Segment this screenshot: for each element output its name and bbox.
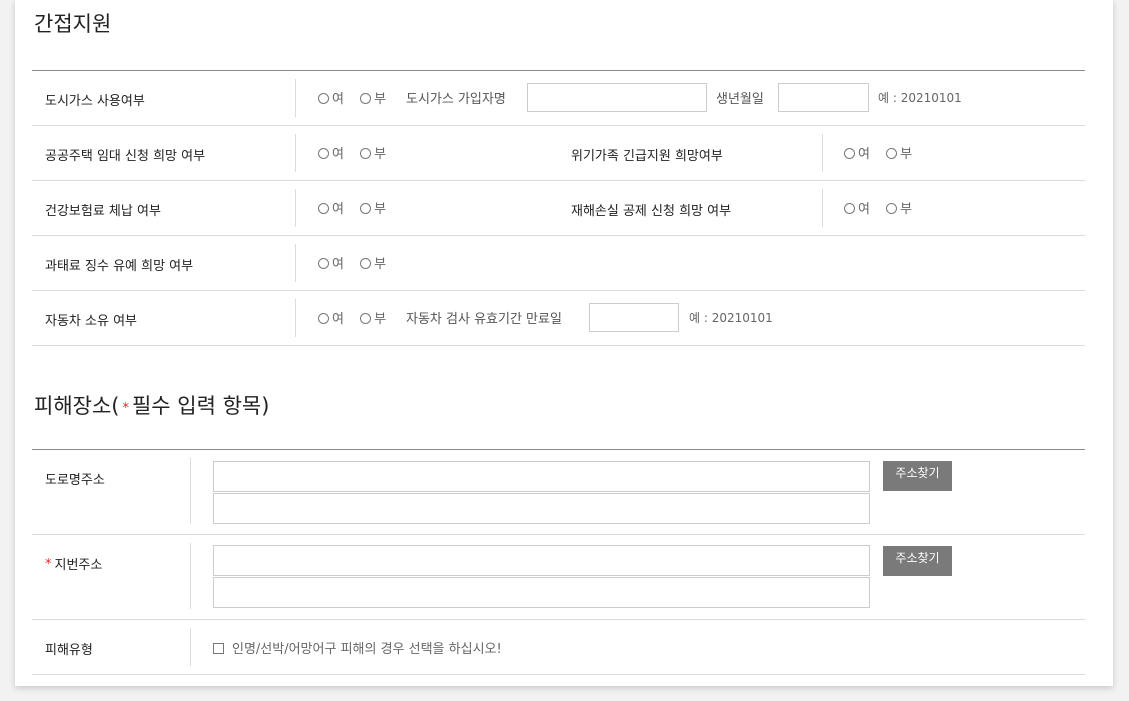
public-housing-yes-radio[interactable]: 여 (318, 147, 344, 162)
city-gas-subscriber-label: 도시가스 가입자명 (406, 92, 506, 107)
row-damage-type: 피해유형 인명/선박/어망어구 피해의 경우 선택을 하십시오! (32, 620, 1085, 675)
car-inspection-input[interactable] (589, 303, 679, 332)
form-panel: 간접지원 도시가스 사용여부 여 부 도시가스 가입자명 생년월일 예 : 20… (15, 0, 1113, 686)
jibun-address-input-2[interactable] (213, 577, 870, 608)
row-public-housing: 공공주택 임대 신청 희망 여부 여 부 위기가족 긴급지원 희망여부 여 부 (32, 126, 1085, 181)
required-mark: * (45, 557, 52, 572)
divider (295, 189, 296, 227)
find-jibun-address-button[interactable]: 주소찾기 (883, 546, 952, 576)
radio-icon (360, 93, 372, 104)
health-insurance-no-radio[interactable]: 부 (360, 202, 386, 217)
birthdate-input[interactable] (778, 83, 869, 112)
divider (822, 189, 823, 227)
radio-icon (360, 313, 372, 324)
fine-deferral-yes-radio[interactable]: 여 (318, 257, 344, 272)
indirect-support-table: 도시가스 사용여부 여 부 도시가스 가입자명 생년월일 예 : 2021010… (32, 70, 1085, 346)
row-fine-deferral: 과태료 징수 유예 희망 여부 여 부 (32, 236, 1085, 291)
jibun-address-input-1[interactable] (213, 545, 870, 576)
road-address-input-1[interactable] (213, 461, 870, 492)
row-jibun-address: * 지번주소 주소찾기 (32, 535, 1085, 620)
fine-deferral-no-radio[interactable]: 부 (360, 257, 386, 272)
radio-icon (886, 203, 898, 214)
radio-icon (318, 313, 329, 324)
health-insurance-options: 여 부 (318, 198, 398, 217)
radio-icon (360, 148, 372, 159)
city-gas-yes-radio[interactable]: 여 (318, 92, 344, 107)
disaster-deduction-no-radio[interactable]: 부 (886, 202, 912, 217)
radio-icon (318, 203, 329, 214)
crisis-family-yes-radio[interactable]: 여 (844, 147, 870, 162)
birthdate-hint: 예 : 20210101 (878, 91, 962, 105)
divider (822, 134, 823, 172)
jibun-address-label: * 지번주소 (45, 557, 103, 573)
damage-type-option[interactable]: 인명/선박/어망어구 피해의 경우 선택을 하십시오! (213, 638, 502, 657)
divider (295, 79, 296, 117)
radio-icon (886, 148, 898, 159)
divider (190, 543, 191, 609)
car-ownership-yes-radio[interactable]: 여 (318, 312, 344, 327)
car-ownership-label: 자동차 소유 여부 (45, 314, 137, 329)
city-gas-subscriber-input[interactable] (527, 83, 707, 112)
disaster-deduction-label: 재해손실 공제 신청 희망 여부 (571, 204, 732, 219)
city-gas-label: 도시가스 사용여부 (45, 94, 145, 109)
divider (190, 628, 191, 666)
health-insurance-label: 건강보험료 체납 여부 (45, 204, 161, 219)
required-mark: * (122, 401, 129, 416)
divider (295, 244, 296, 282)
radio-icon (318, 93, 329, 104)
section-title-indirect-support: 간접지원 (34, 12, 112, 36)
fine-deferral-options: 여 부 (318, 253, 398, 272)
section-title-damage-location: 피해장소(* 필수 입력 항목) (34, 394, 270, 418)
radio-icon (318, 148, 329, 159)
city-gas-no-radio[interactable]: 부 (360, 92, 386, 107)
divider (190, 458, 191, 524)
public-housing-label: 공공주택 임대 신청 희망 여부 (45, 149, 206, 164)
disaster-deduction-yes-radio[interactable]: 여 (844, 202, 870, 217)
road-address-input-2[interactable] (213, 493, 870, 524)
damage-type-label: 피해유형 (45, 643, 93, 658)
radio-icon (844, 203, 855, 214)
find-road-address-button[interactable]: 주소찾기 (883, 461, 952, 491)
row-city-gas: 도시가스 사용여부 여 부 도시가스 가입자명 생년월일 예 : 2021010… (32, 71, 1085, 126)
radio-icon (360, 258, 372, 269)
divider (295, 299, 296, 337)
public-housing-no-radio[interactable]: 부 (360, 147, 386, 162)
divider (295, 134, 296, 172)
row-road-address: 도로명주소 주소찾기 (32, 450, 1085, 535)
damage-location-table: 도로명주소 주소찾기 * 지번주소 주소찾기 피해유형 인명/선박/어망어구 피해… (32, 449, 1085, 675)
checkbox-icon (213, 643, 224, 654)
fine-deferral-label: 과태료 징수 유예 희망 여부 (45, 259, 194, 274)
crisis-family-options: 여 부 (844, 143, 924, 162)
row-car-ownership: 자동차 소유 여부 여 부 자동차 검사 유효기간 만료일 예 : 202101… (32, 291, 1085, 346)
car-inspection-label: 자동차 검사 유효기간 만료일 (406, 312, 562, 327)
radio-icon (360, 203, 372, 214)
public-housing-options: 여 부 (318, 143, 398, 162)
birthdate-label: 생년월일 (716, 92, 764, 107)
crisis-family-label: 위기가족 긴급지원 희망여부 (571, 149, 723, 164)
city-gas-options: 여 부 (318, 88, 398, 107)
car-ownership-no-radio[interactable]: 부 (360, 312, 386, 327)
road-address-label: 도로명주소 (45, 473, 105, 488)
crisis-family-no-radio[interactable]: 부 (886, 147, 912, 162)
radio-icon (844, 148, 855, 159)
car-ownership-options: 여 부 (318, 308, 398, 327)
row-health-insurance: 건강보험료 체납 여부 여 부 재해손실 공제 신청 희망 여부 여 부 (32, 181, 1085, 236)
disaster-deduction-options: 여 부 (844, 198, 924, 217)
radio-icon (318, 258, 329, 269)
health-insurance-yes-radio[interactable]: 여 (318, 202, 344, 217)
car-inspection-hint: 예 : 20210101 (689, 311, 773, 325)
